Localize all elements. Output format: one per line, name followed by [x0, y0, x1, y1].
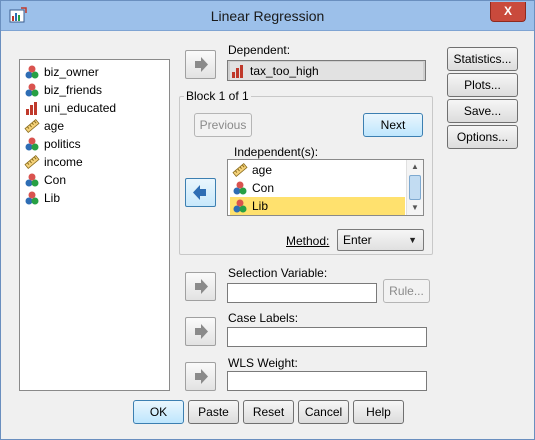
scale-icon — [24, 119, 40, 133]
method-dropdown[interactable]: Enter ▼ — [337, 229, 424, 251]
close-button[interactable]: X — [490, 2, 526, 22]
independents-label: Independent(s): — [234, 145, 319, 159]
case-labels-label: Case Labels: — [228, 311, 299, 325]
options-button[interactable]: Options... — [447, 125, 518, 149]
options-button-label: Options... — [456, 130, 509, 144]
previous-button[interactable]: Previous — [194, 113, 252, 137]
next-button[interactable]: Next — [363, 113, 423, 137]
variable-list-item[interactable]: biz_friends — [24, 81, 102, 99]
right-arrow-icon — [195, 279, 208, 294]
right-arrow-icon — [195, 369, 208, 384]
independents-scrollbar[interactable]: ▲ ▼ — [406, 160, 423, 215]
next-button-label: Next — [380, 118, 406, 132]
variable-list-item[interactable]: politics — [24, 135, 81, 153]
move-to-dependent-button[interactable] — [185, 50, 216, 79]
variable-list-item[interactable]: age — [24, 117, 64, 135]
ordinal-icon — [26, 102, 37, 115]
independents-list[interactable]: Lib Con age ▲ ▼ — [227, 159, 424, 216]
ordinal-icon — [232, 65, 243, 78]
variable-name: Lib — [44, 191, 61, 205]
nominal-icon — [233, 199, 247, 213]
ok-button[interactable]: OK — [133, 400, 184, 424]
previous-button-label: Previous — [199, 118, 247, 132]
nominal-icon — [25, 137, 39, 151]
move-to-case-labels-button[interactable] — [185, 317, 216, 346]
variable-name: Con — [252, 181, 275, 195]
help-button-label: Help — [366, 405, 391, 419]
variable-list-item[interactable]: Lib — [24, 189, 60, 207]
independent-list-item[interactable]: Lib — [230, 197, 405, 215]
dependent-label: Dependent: — [228, 43, 291, 57]
variable-name: Con — [44, 173, 67, 187]
dependent-variable[interactable]: tax_too_high — [230, 62, 423, 80]
variable-list-item[interactable]: income — [24, 153, 83, 171]
dependent-field[interactable]: tax_too_high — [227, 60, 426, 81]
method-label-text: Method: — [286, 234, 330, 248]
right-arrow-icon — [195, 57, 208, 72]
nominal-icon — [25, 191, 39, 205]
move-to-selection-button[interactable] — [185, 272, 216, 301]
statistics-button-label: Statistics... — [453, 52, 512, 66]
variable-name: Lib — [252, 199, 269, 213]
scroll-thumb[interactable] — [409, 175, 421, 200]
reset-button-label: Reset — [252, 405, 285, 419]
variable-name: income — [44, 155, 83, 169]
help-button[interactable]: Help — [353, 400, 404, 424]
left-arrow-icon — [193, 185, 206, 200]
ok-button-label: OK — [149, 405, 168, 419]
independent-list-item[interactable]: Con — [232, 179, 274, 197]
method-value: Enter — [343, 233, 372, 247]
variable-list-item[interactable]: Con — [24, 171, 66, 189]
independent-list-item[interactable]: age — [232, 161, 272, 179]
nominal-icon — [25, 65, 39, 79]
variable-name: politics — [44, 137, 81, 151]
cancel-button-label: Cancel — [304, 405, 343, 419]
plots-button[interactable]: Plots... — [447, 73, 518, 97]
nominal-icon — [25, 83, 39, 97]
paste-button-label: Paste — [198, 405, 229, 419]
title-bar[interactable]: Linear Regression X — [1, 1, 534, 31]
save-button[interactable]: Save... — [447, 99, 518, 123]
wls-weight-field[interactable] — [227, 371, 427, 391]
variable-list-item[interactable]: uni_educated — [24, 99, 116, 117]
wls-weight-label: WLS Weight: — [228, 356, 298, 370]
selection-variable-field[interactable] — [227, 283, 377, 303]
chevron-down-icon: ▼ — [408, 235, 417, 245]
variable-name: biz_owner — [44, 65, 99, 79]
paste-button[interactable]: Paste — [188, 400, 239, 424]
block-label: Block 1 of 1 — [184, 89, 251, 103]
linear-regression-dialog: Linear Regression X biz_owner biz_friends… — [0, 0, 535, 440]
case-labels-field[interactable] — [227, 327, 427, 347]
save-button-label: Save... — [463, 104, 502, 118]
move-to-independents-button[interactable] — [185, 178, 216, 207]
nominal-icon — [25, 173, 39, 187]
plots-button-label: Plots... — [464, 78, 501, 92]
variable-name: age — [44, 119, 65, 133]
window-title: Linear Regression — [210, 8, 325, 24]
scroll-down-icon[interactable]: ▼ — [407, 201, 423, 215]
scroll-up-icon[interactable]: ▲ — [407, 160, 423, 174]
statistics-button[interactable]: Statistics... — [447, 47, 518, 71]
selection-variable-label: Selection Variable: — [228, 266, 328, 280]
variable-name: age — [252, 163, 273, 177]
variable-name: uni_educated — [44, 101, 117, 115]
source-variable-list[interactable]: biz_owner biz_friends uni_educatedage polit… — [19, 59, 170, 391]
scale-icon — [232, 163, 248, 177]
rule-button[interactable]: Rule... — [383, 279, 430, 303]
right-arrow-icon — [195, 324, 208, 339]
cancel-button[interactable]: Cancel — [298, 400, 349, 424]
method-label: Method: — [286, 234, 329, 248]
scale-icon — [24, 155, 40, 169]
nominal-icon — [233, 181, 247, 195]
reset-button[interactable]: Reset — [243, 400, 294, 424]
rule-button-label: Rule... — [389, 284, 424, 298]
move-to-wls-weight-button[interactable] — [185, 362, 216, 391]
variable-list-item[interactable]: biz_owner — [24, 63, 99, 81]
variable-name: biz_friends — [44, 83, 103, 97]
dependent-value: tax_too_high — [250, 64, 319, 78]
